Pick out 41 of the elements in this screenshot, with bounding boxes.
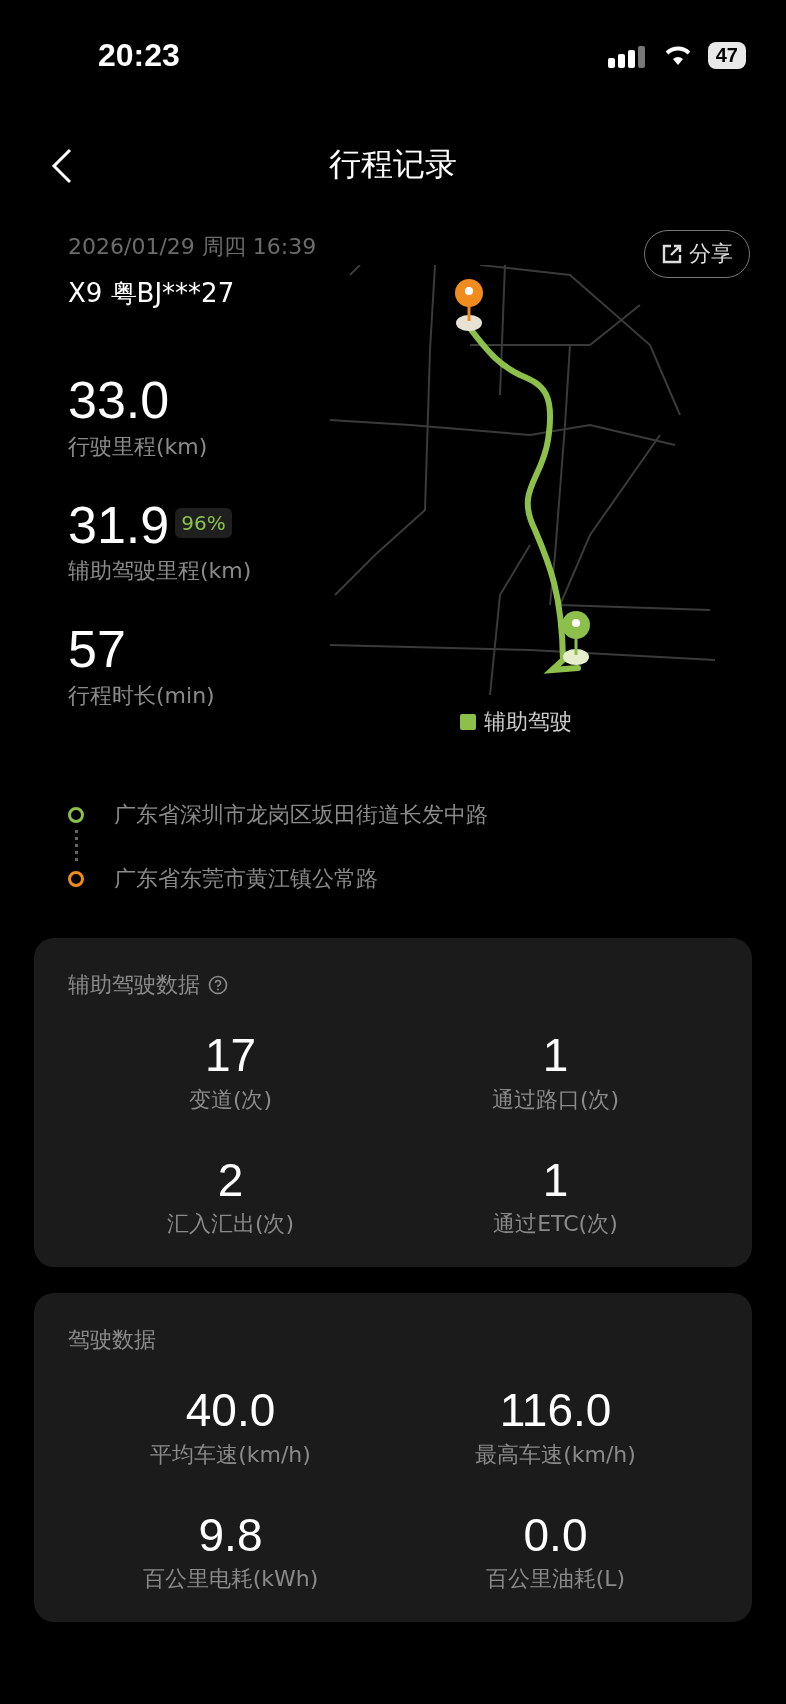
share-icon <box>661 243 683 265</box>
start-pin-icon <box>562 611 590 665</box>
metric-label: 通过ETC(次) <box>493 1210 618 1239</box>
route-address: 广东省深圳市龙岗区坂田街道长发中路 <box>114 801 488 829</box>
stat-label: 行驶里程(km) <box>68 432 209 461</box>
percent-badge: 96% <box>175 507 232 538</box>
stat-value: 57 <box>68 622 126 677</box>
route-point-icon <box>68 807 84 823</box>
card-title: 驾驶数据 <box>68 1326 156 1355</box>
stat-label: 辅助驾驶里程(km) <box>68 557 253 586</box>
metric-value: 1 <box>542 1030 569 1081</box>
metric-value: 1 <box>542 1154 569 1206</box>
help-icon[interactable] <box>208 975 228 995</box>
metric-value: 9.8 <box>198 1509 263 1561</box>
end-pin-icon <box>455 279 483 331</box>
status-time: 20:23 <box>98 36 180 74</box>
vehicle-plate: X9 粤BJ***27 <box>68 277 236 310</box>
trip-datetime: 2026/01/29 周四 16:39 <box>68 233 318 261</box>
legend-swatch <box>460 714 476 730</box>
stat-value: 33.0 <box>68 373 170 428</box>
metric-value: 0.0 <box>523 1509 588 1561</box>
page-title: 行程记录 <box>329 144 457 185</box>
metric-value: 40.0 <box>185 1385 276 1436</box>
metric-label: 变道(次) <box>188 1085 273 1114</box>
metric-label: 百公里电耗(kWh) <box>142 1565 319 1594</box>
metric-label: 通过路口(次) <box>491 1085 620 1114</box>
metric-label: 平均车速(km/h) <box>150 1440 311 1469</box>
metric-label: 汇入汇出(次) <box>166 1210 295 1239</box>
route-address: 广东省东莞市黄江镇公常路 <box>114 865 378 893</box>
legend-label: 辅助驾驶 <box>484 708 572 736</box>
metric-value: 116.0 <box>499 1385 612 1436</box>
metric-label: 最高车速(km/h) <box>475 1440 636 1469</box>
back-icon[interactable] <box>50 148 74 184</box>
metric-value: 2 <box>217 1154 244 1206</box>
card-title: 辅助驾驶数据 <box>68 971 200 999</box>
route-point-icon <box>68 871 84 887</box>
metric-value: 17 <box>204 1030 257 1081</box>
stat-value: 31.9 <box>68 497 170 553</box>
metric-label: 百公里油耗(L) <box>485 1565 626 1594</box>
stat-label: 行程时长(min) <box>68 681 216 710</box>
battery-level: 47 <box>707 41 746 69</box>
